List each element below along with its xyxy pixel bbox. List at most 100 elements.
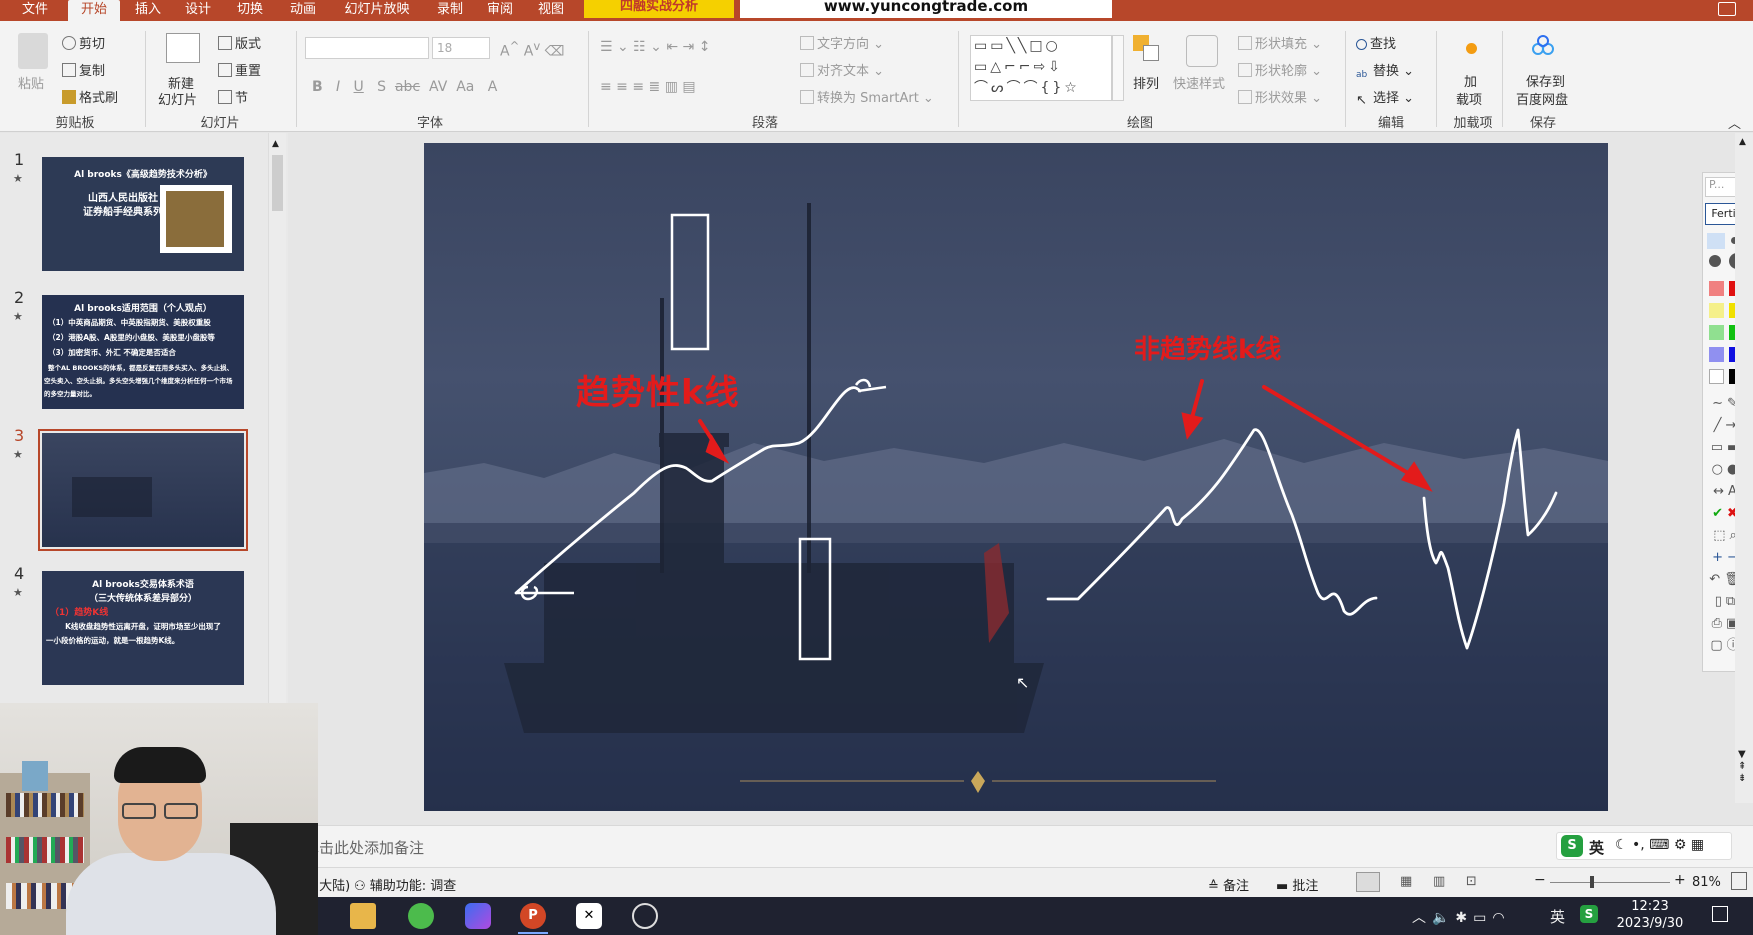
align-buttons[interactable]: ≡ ≡ ≡ ≣ ▥ ▤ (600, 79, 696, 95)
prev-next-slide-icons[interactable]: ▼ ⇞ ⇟ (1738, 749, 1746, 785)
spacing-icon[interactable]: AV (429, 79, 447, 95)
reset-button[interactable]: 重置 (218, 60, 261, 79)
app-icon[interactable] (465, 903, 491, 929)
zoom-level[interactable]: 81% (1692, 875, 1721, 890)
scroll-up-icon[interactable]: ▲ (1739, 137, 1746, 147)
tab-file[interactable]: 文件 (14, 0, 56, 21)
clock-date[interactable]: 2023/9/30 (1612, 916, 1688, 931)
arrange-icon[interactable] (1133, 35, 1161, 65)
tab-insert[interactable]: 插入 (128, 0, 168, 21)
comments-toggle-button[interactable]: ▬ 批注 (1276, 875, 1318, 894)
align-text-button[interactable]: 对齐文本 ⌄ (800, 60, 884, 79)
copy-button[interactable]: 复制 (62, 60, 105, 79)
notes-pane[interactable]: 单击此处添加备注 S 英 ☾ •, ⌨ ⚙ ▦ (288, 825, 1753, 867)
status-accessibility[interactable]: ⚇ 辅助功能: 调查 (354, 875, 456, 894)
list-buttons[interactable]: ☰ ⌄ ☷ ⌄ ⇤ ⇥ ↕ (600, 39, 710, 55)
section-button[interactable]: 节 (218, 87, 248, 106)
zoom-slider-thumb[interactable] (1590, 876, 1594, 888)
new-slide-label-2[interactable]: 幻灯片 (158, 89, 197, 108)
baidu-cloud-icon[interactable] (1532, 35, 1556, 57)
tab-animations[interactable]: 动画 (282, 0, 324, 21)
ime-tools-icons[interactable]: ☾ •, ⌨ ⚙ ▦ (1615, 837, 1704, 853)
underline-icon[interactable]: U (354, 79, 364, 95)
glasses-left (122, 803, 156, 819)
font-size-select[interactable]: 18 (432, 37, 490, 59)
pen-size-small[interactable] (1707, 233, 1725, 249)
font-family-select[interactable] (305, 37, 429, 59)
normal-view-icon[interactable] (1356, 872, 1380, 892)
smartart-button[interactable]: 转换为 SmartArt ⌄ (800, 87, 934, 106)
tray-ime[interactable]: 英 (1550, 906, 1565, 927)
notes-toggle-button[interactable]: ≙ 备注 (1208, 875, 1249, 894)
zoom-out-icon[interactable]: − (1534, 872, 1546, 888)
ime-mode[interactable]: 英 (1589, 837, 1604, 858)
tab-transitions[interactable]: 切换 (228, 0, 272, 21)
format-painter-button[interactable]: 格式刷 (62, 87, 118, 106)
thumbnail-scrollbar[interactable]: ▲ (268, 133, 286, 703)
system-tray-icons[interactable]: ︿🔈✱▭◠ (1412, 907, 1511, 927)
powerpoint-icon[interactable]: P (520, 903, 546, 929)
ime-toolbar[interactable]: S 英 ☾ •, ⌨ ⚙ ▦ (1556, 832, 1732, 860)
slide-canvas[interactable]: 趋势性k线 非趋势线k线 ↖ (424, 143, 1608, 811)
notes-placeholder[interactable]: 单击此处添加备注 (304, 837, 424, 858)
addins-label-1[interactable]: 加 (1464, 71, 1477, 90)
save-baidu-label-2[interactable]: 百度网盘 (1516, 89, 1568, 108)
find-button[interactable]: 查找 (1356, 33, 1396, 52)
tab-review[interactable]: 审阅 (480, 0, 520, 21)
shapes-gallery[interactable]: ▭▭╲╲□○ ▭△⌐⌐⇨⇩ ⌒ᔕ⌒⌒{}☆ (970, 35, 1112, 101)
strike-icon[interactable]: abc (395, 79, 420, 95)
paste-button[interactable]: 粘贴 (18, 73, 44, 92)
italic-icon[interactable]: I (336, 79, 340, 95)
text-direction-button[interactable]: 文字方向 ⌄ (800, 33, 884, 52)
arrange-button[interactable]: 排列 (1133, 73, 1159, 92)
clock-time[interactable]: 12:23 (1618, 899, 1682, 914)
picture-frame (22, 761, 48, 791)
tab-home[interactable]: 开始 (68, 0, 120, 21)
slide-thumbnail-4[interactable]: Al brooks交易体系术语 （三大传统体系差异部分） （1）趋势K线 K线收… (42, 571, 244, 685)
explorer-icon[interactable] (350, 903, 376, 929)
replace-button[interactable]: ab 替换 ⌄ (1356, 60, 1414, 84)
addins-label-2[interactable]: 载项 (1456, 89, 1482, 108)
slide-thumbnail-1[interactable]: Al brooks《高级趋势技术分析》 山西人民出版社 证券船手经典系列 (42, 157, 244, 271)
addins-icon[interactable] (1466, 43, 1477, 54)
shape-effects-button[interactable]: 形状效果 ⌄ (1238, 87, 1322, 106)
scroll-up-icon[interactable]: ▲ (272, 139, 279, 149)
shape-fill-button[interactable]: 形状填充 ⌄ (1238, 33, 1322, 52)
zoom-in-icon[interactable]: + (1674, 872, 1686, 888)
shadow-icon[interactable]: S (377, 79, 386, 95)
scroll-thumb[interactable] (272, 155, 283, 211)
quick-styles-button[interactable]: 快速样式 (1173, 73, 1225, 92)
fit-slide-icon[interactable] (1731, 872, 1747, 890)
tab-design[interactable]: 设计 (178, 0, 218, 21)
tab-slideshow[interactable]: 幻灯片放映 (334, 0, 420, 21)
grow-font-icon[interactable]: A^ Av ⌫ (500, 39, 565, 60)
notification-icon[interactable] (1712, 906, 1728, 922)
bold-icon[interactable]: B (312, 79, 323, 95)
quick-styles-icon[interactable] (1186, 35, 1218, 67)
capcut-icon[interactable]: ✕ (576, 903, 602, 929)
collapse-ribbon-icon[interactable]: ︿ (1728, 113, 1741, 132)
comments-icon[interactable] (1718, 2, 1736, 16)
obs-icon[interactable] (632, 903, 658, 929)
pen-size-large[interactable] (1709, 255, 1721, 267)
font-color-icon[interactable]: A (488, 79, 498, 95)
tab-record[interactable]: 录制 (430, 0, 470, 21)
zoom-slider[interactable] (1550, 882, 1670, 883)
sogou-tray-icon[interactable]: S (1580, 905, 1598, 923)
shapes-gallery-scroll[interactable] (1112, 35, 1124, 101)
new-slide-icon[interactable] (166, 33, 200, 63)
cut-button[interactable]: 剪切 (62, 33, 105, 52)
shape-outline-button[interactable]: 形状轮廓 ⌄ (1238, 60, 1322, 79)
case-icon[interactable]: Aa (456, 79, 474, 95)
view-mode-icons[interactable]: ▦ ▥ ⊡ (1400, 874, 1477, 889)
slide-thumbnail-2[interactable]: Al brooks适用范围（个人观点） （1）中英商品期货、中英股指期货、美股权… (42, 295, 244, 409)
browser-icon[interactable] (408, 903, 434, 929)
save-baidu-label-1[interactable]: 保存到 (1526, 71, 1565, 90)
select-label: 选择 (1373, 91, 1400, 106)
layout-button[interactable]: 版式 (218, 33, 261, 52)
select-button[interactable]: ↖ 选择 ⌄ (1356, 87, 1414, 108)
slide-scrollbar[interactable]: ▲ ▼ ⇞ ⇟ (1735, 133, 1753, 803)
slide-thumbnail-3[interactable] (42, 433, 244, 547)
tab-view[interactable]: 视图 (530, 0, 572, 21)
paste-icon[interactable] (18, 33, 48, 69)
